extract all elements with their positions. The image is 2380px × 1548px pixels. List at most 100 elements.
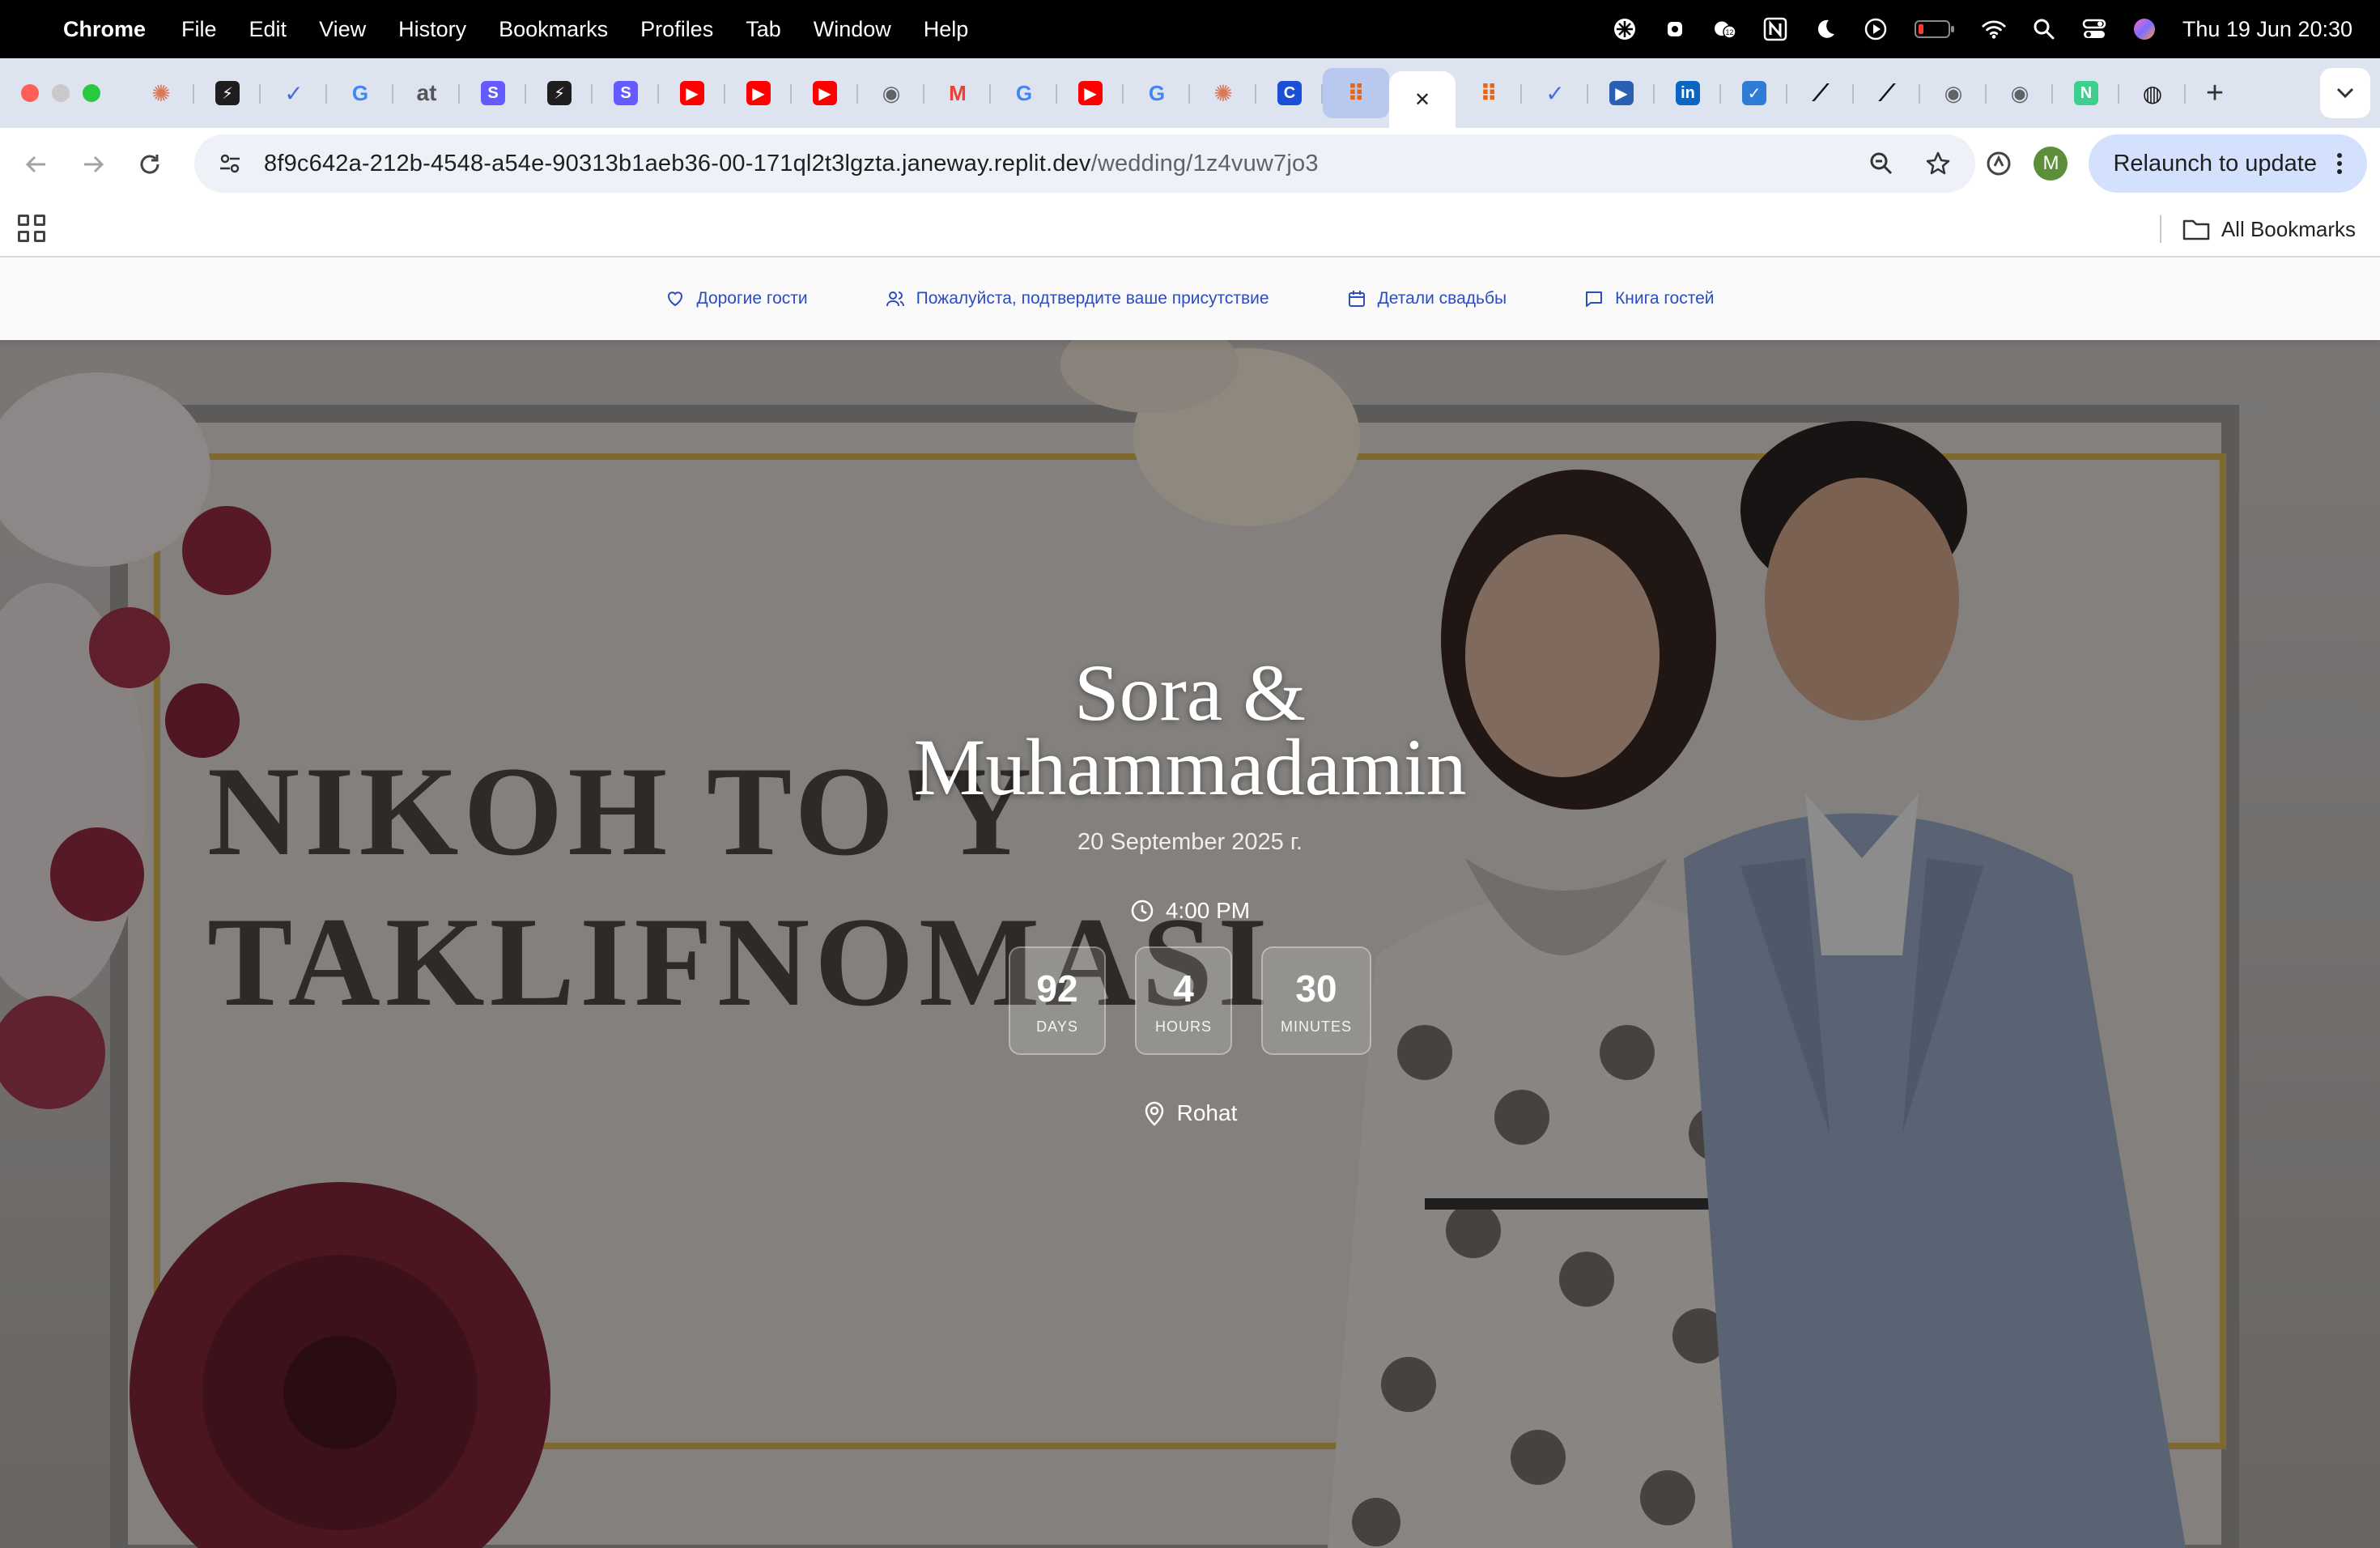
hero-content: Sora & Muhammadamin 20 September 2025 г.… <box>785 648 1595 1126</box>
browser-toolbar: 8f9c642a-212b-4548-a54e-90313b1aeb36-00-… <box>0 128 2380 201</box>
menu-bar-clock[interactable]: Thu 19 Jun 20:30 <box>2182 17 2352 42</box>
nav-link-wedding-details[interactable]: Детали свадьбы <box>1347 289 1507 308</box>
map-pin-icon <box>1145 1101 1163 1126</box>
relaunch-button[interactable]: Relaunch to update <box>2089 134 2367 193</box>
notification-badge-icon[interactable]: 12 <box>1713 17 1737 41</box>
extension-icon[interactable] <box>1985 150 2012 177</box>
nav-link-guestbook[interactable]: Книга гостей <box>1584 289 1715 308</box>
browser-tab[interactable]: at <box>393 68 460 118</box>
browser-tab[interactable]: ⚡ <box>194 68 261 118</box>
browser-tab[interactable]: ⠿ <box>1323 68 1389 118</box>
browser-tab[interactable]: S <box>460 68 526 118</box>
minimize-window-button[interactable] <box>52 84 70 102</box>
forward-button[interactable] <box>65 136 121 193</box>
countdown-value: 30 <box>1295 967 1337 1010</box>
perplexity-icon[interactable] <box>1613 17 1637 41</box>
chevron-down-icon <box>2336 87 2354 99</box>
browser-tab[interactable]: M <box>924 68 991 118</box>
address-bar[interactable]: 8f9c642a-212b-4548-a54e-90313b1aeb36-00-… <box>194 134 1975 193</box>
reload-button[interactable] <box>121 136 178 193</box>
tab-search-button[interactable] <box>2320 68 2370 118</box>
nav-link-dear-guests[interactable]: Дорогие гости <box>665 289 808 308</box>
browser-tab[interactable]: ◉ <box>858 68 924 118</box>
browser-tab[interactable]: S <box>593 68 659 118</box>
menu-help[interactable]: Help <box>924 17 969 42</box>
bird-icon: ✓ <box>1545 80 1565 106</box>
browser-tab[interactable]: ▶ <box>659 68 725 118</box>
menu-edit[interactable]: Edit <box>249 17 287 42</box>
wifi-icon[interactable] <box>1982 17 2006 41</box>
browser-tab[interactable]: ◍ <box>2119 68 2186 118</box>
youtube-icon: ▶ <box>813 81 837 105</box>
browser-tab[interactable]: ⚡ <box>526 68 593 118</box>
browser-tab[interactable]: ▶ <box>1588 68 1655 118</box>
menu-file[interactable]: File <box>181 17 217 42</box>
url-text[interactable]: 8f9c642a-212b-4548-a54e-90313b1aeb36-00-… <box>264 151 1319 177</box>
browser-tab[interactable]: in <box>1655 68 1721 118</box>
wedding-time: 4:00 PM <box>785 898 1595 924</box>
countdown-label: MINUTES <box>1281 1018 1352 1035</box>
replit-icon: ⠿ <box>1480 80 1498 106</box>
browser-tab[interactable]: ✺ <box>1190 68 1256 118</box>
bookmark-star-icon[interactable] <box>1925 151 1951 176</box>
web-page: Дорогие гости Пожалуйста, подтвердите ва… <box>0 257 2380 1548</box>
spotlight-search-icon[interactable] <box>2032 17 2056 41</box>
browser-tab[interactable]: ◉ <box>1987 68 2053 118</box>
browser-tab[interactable]: C <box>1256 68 1323 118</box>
apps-grid-icon[interactable] <box>18 215 45 242</box>
nav-link-rsvp[interactable]: Пожалуйста, подтвердите ваше присутствие <box>886 289 1269 308</box>
siri-icon[interactable] <box>2132 17 2157 41</box>
close-icon[interactable]: ✕ <box>1410 87 1434 112</box>
countdown-value: 92 <box>1036 967 1078 1010</box>
browser-tab[interactable]: ◉ <box>1920 68 1987 118</box>
screen-record-icon[interactable] <box>1663 17 1687 41</box>
do-not-disturb-moon-icon[interactable] <box>1813 17 1838 41</box>
browser-tab[interactable]: ▶ <box>725 68 792 118</box>
browser-tab[interactable]: G <box>1124 68 1190 118</box>
browser-tab[interactable]: ⟋ <box>1787 68 1854 118</box>
linkedin-icon: in <box>1676 81 1700 105</box>
globe-icon: ◉ <box>2010 80 2029 105</box>
browser-tab[interactable]: ⠿ <box>1456 68 1522 118</box>
wedding-date: 20 September 2025 г. <box>1077 829 1303 855</box>
couple-line-1: Sora & <box>1073 648 1307 738</box>
c-logo-icon: C <box>1277 81 1302 105</box>
browser-tab[interactable]: ✓ <box>1721 68 1787 118</box>
heart-icon <box>668 291 683 307</box>
countdown-minutes: 30 MINUTES <box>1261 946 1371 1055</box>
browser-tab[interactable]: ▶ <box>792 68 858 118</box>
browser-tab[interactable]: ✓ <box>261 68 327 118</box>
zoom-window-button[interactable] <box>83 84 100 102</box>
all-bookmarks-button[interactable]: All Bookmarks <box>2182 201 2356 257</box>
menu-bookmarks[interactable]: Bookmarks <box>499 17 608 42</box>
browser-tab[interactable]: ▶ <box>1057 68 1124 118</box>
profile-avatar[interactable]: M <box>2034 147 2068 181</box>
notion-icon[interactable] <box>1763 17 1787 41</box>
menu-view[interactable]: View <box>319 17 366 42</box>
zoom-out-icon[interactable] <box>1868 151 1894 176</box>
check-shield-icon: ✓ <box>1742 81 1766 105</box>
play-icon[interactable] <box>1864 17 1888 41</box>
url-path: /wedding/1z4vuw7jo3 <box>1090 150 1319 176</box>
battery-low-icon[interactable] <box>1914 17 1956 41</box>
browser-tab[interactable]: G <box>991 68 1057 118</box>
menu-tab[interactable]: Tab <box>746 17 781 42</box>
toolbar-right: M Relaunch to update <box>1985 134 2367 193</box>
menu-profiles[interactable]: Profiles <box>640 17 713 42</box>
browser-tab[interactable]: G <box>327 68 393 118</box>
back-button[interactable] <box>8 136 65 193</box>
control-center-icon[interactable] <box>2082 17 2106 41</box>
menu-history[interactable]: History <box>398 17 466 42</box>
active-tab[interactable]: ✕ <box>1389 71 1456 128</box>
new-tab-button[interactable]: + <box>2191 69 2239 117</box>
browser-tab[interactable]: ⟋ <box>1854 68 1920 118</box>
site-info-button[interactable] <box>212 146 248 181</box>
menu-window[interactable]: Window <box>814 17 891 42</box>
wand-icon: ⟋ <box>1813 79 1829 105</box>
app-menu-chrome[interactable]: Chrome <box>63 17 146 42</box>
macos-menu-bar: Chrome File Edit View History Bookmarks … <box>0 0 2380 58</box>
browser-tab[interactable]: ✺ <box>128 68 194 118</box>
close-window-button[interactable] <box>21 84 39 102</box>
browser-tab[interactable]: ✓ <box>1522 68 1588 118</box>
browser-tab[interactable]: N <box>2053 68 2119 118</box>
